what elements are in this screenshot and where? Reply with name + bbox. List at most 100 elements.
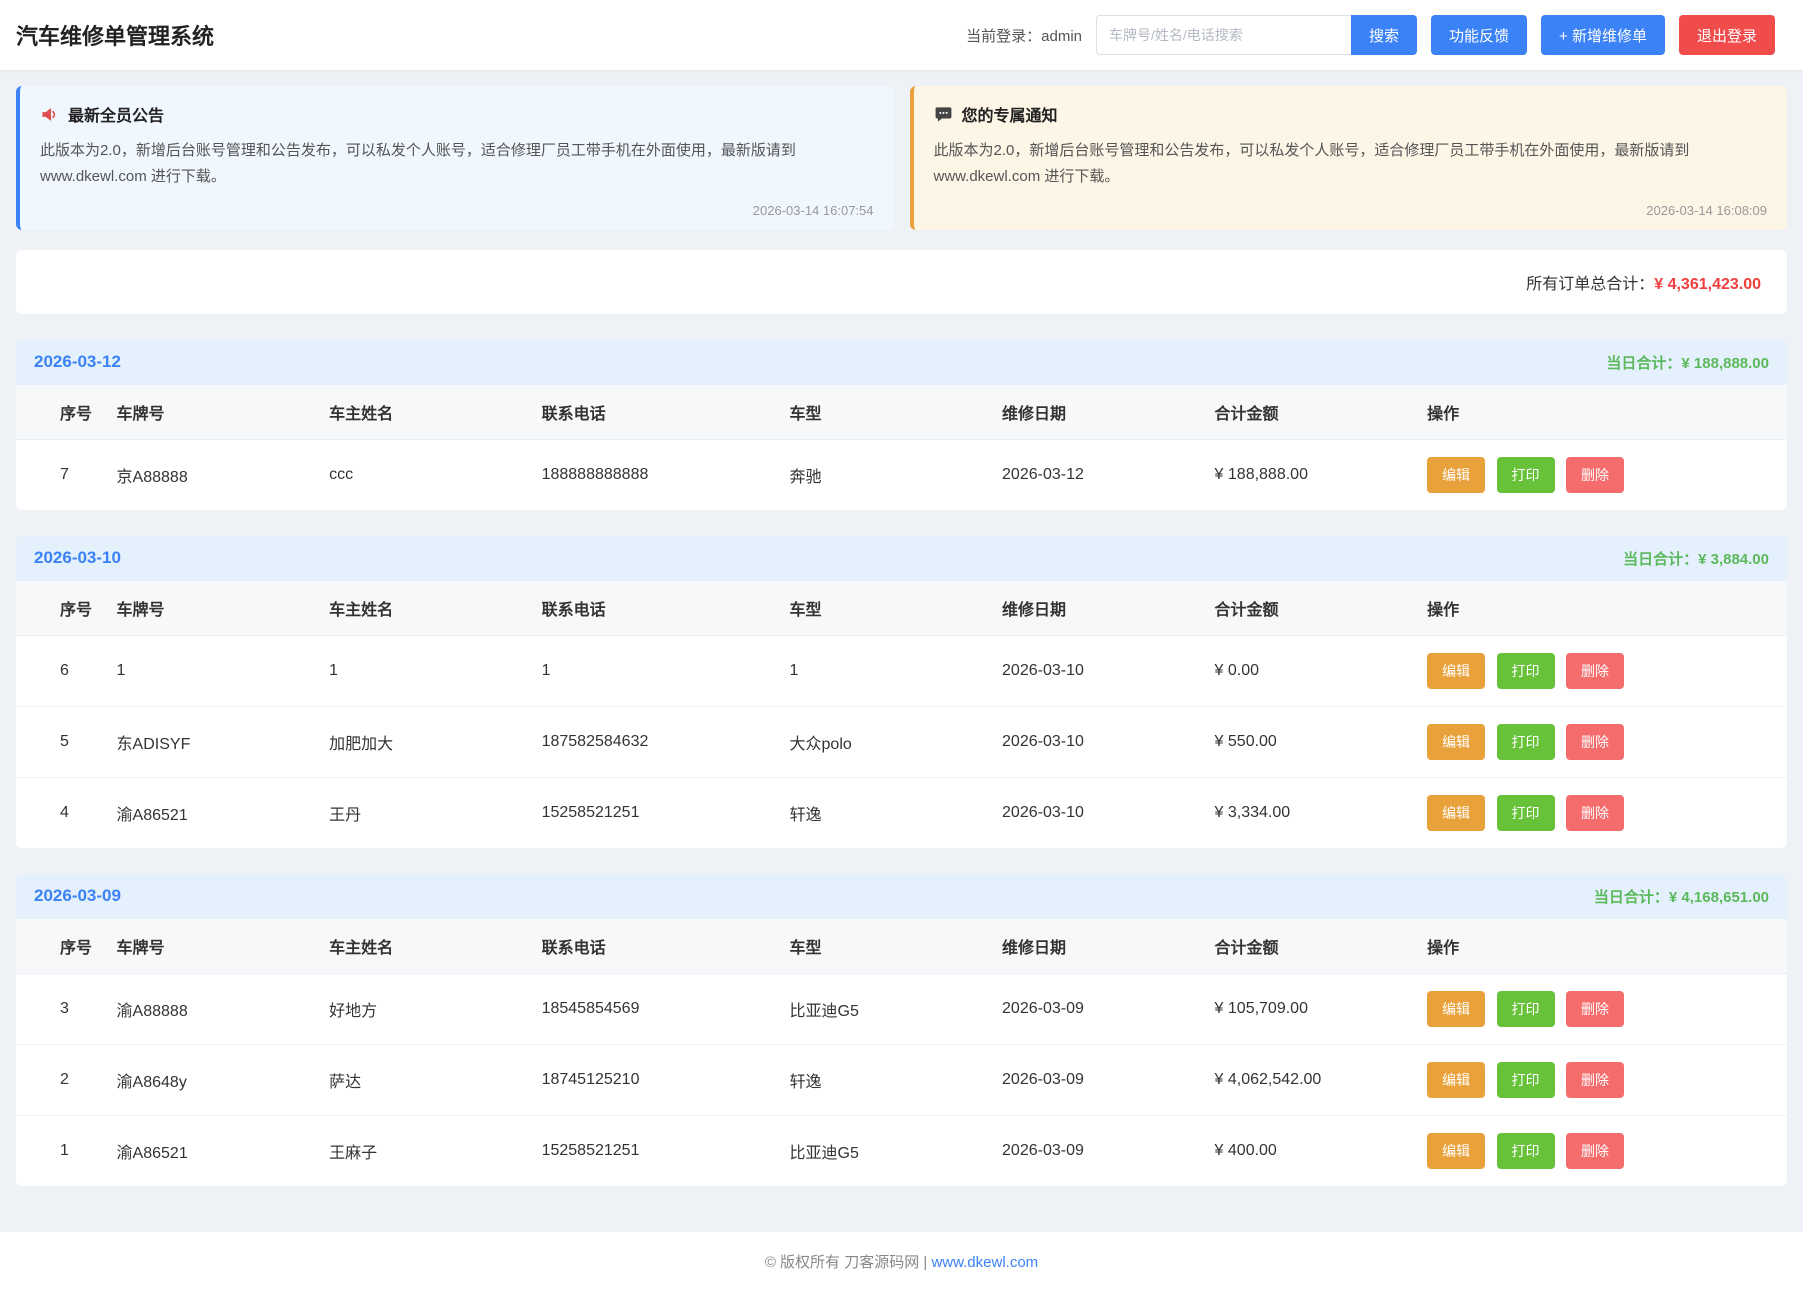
print-button[interactable]: 打印: [1497, 653, 1555, 689]
cell-amount: ¥ 105,709.00: [1203, 973, 1416, 1044]
column-header-date: 维修日期: [990, 385, 1203, 440]
print-button[interactable]: 打印: [1497, 991, 1555, 1027]
day-total-label: 当日合计：: [1623, 551, 1698, 568]
edit-button[interactable]: 编辑: [1427, 795, 1485, 831]
announcement-title: 最新全员公告: [68, 102, 164, 126]
cell-plate: 渝A8648y: [105, 1044, 318, 1115]
cell-plate: 渝A86521: [105, 1115, 318, 1186]
personal-notice-timestamp: 2026-03-14 16:08:09: [934, 203, 1768, 218]
group-header: 2026-03-12 当日合计：¥ 188,888.00: [16, 340, 1787, 385]
cell-seq: 2: [16, 1044, 105, 1115]
day-total-label: 当日合计：: [1594, 889, 1669, 906]
cell-model: 奔驰: [778, 439, 991, 510]
cell-owner: 加肥加大: [317, 706, 530, 777]
order-group: 2026-03-10 当日合计：¥ 3,884.00 序号 车牌号 车主姓名 联…: [16, 536, 1787, 848]
edit-button[interactable]: 编辑: [1427, 991, 1485, 1027]
cell-amount: ¥ 3,334.00: [1203, 777, 1416, 848]
delete-button[interactable]: 删除: [1566, 1062, 1624, 1098]
cell-model: 比亚迪G5: [778, 973, 991, 1044]
announcement-timestamp: 2026-03-14 16:07:54: [40, 203, 874, 218]
cell-owner: 王丹: [317, 777, 530, 848]
orders-table: 序号 车牌号 车主姓名 联系电话 车型 维修日期 合计金额 操作 7 京A888…: [16, 385, 1787, 510]
app-title: 汽车维修单管理系统: [16, 19, 214, 51]
print-button[interactable]: 打印: [1497, 724, 1555, 760]
cell-actions: 编辑 打印 删除: [1415, 1115, 1787, 1186]
cell-phone: 187582584632: [530, 706, 778, 777]
day-total-amount: ¥ 3,884.00: [1698, 551, 1769, 568]
feedback-button[interactable]: 功能反馈: [1431, 15, 1527, 55]
print-button[interactable]: 打印: [1497, 1133, 1555, 1169]
edit-button[interactable]: 编辑: [1427, 653, 1485, 689]
column-header-date: 维修日期: [990, 919, 1203, 974]
cell-phone: 15258521251: [530, 777, 778, 848]
delete-button[interactable]: 删除: [1566, 457, 1624, 493]
column-header-date: 维修日期: [990, 581, 1203, 636]
column-header-actions: 操作: [1415, 919, 1787, 974]
column-header-amount: 合计金额: [1203, 385, 1416, 440]
add-order-button[interactable]: + 新增维修单: [1541, 15, 1665, 55]
current-username: admin: [1041, 28, 1082, 45]
cell-actions: 编辑 打印 删除: [1415, 1044, 1787, 1115]
cell-owner: 王麻子: [317, 1115, 530, 1186]
footer-link[interactable]: www.dkewl.com: [931, 1254, 1038, 1271]
column-header-owner: 车主姓名: [317, 385, 530, 440]
cell-seq: 5: [16, 706, 105, 777]
cell-plate: 京A88888: [105, 439, 318, 510]
cell-phone: 15258521251: [530, 1115, 778, 1186]
search-input[interactable]: [1096, 15, 1351, 55]
cell-seq: 7: [16, 439, 105, 510]
order-row: 2 渝A8648y 萨达 18745125210 轩逸 2026-03-09 ¥…: [16, 1044, 1787, 1115]
group-rows: 3 渝A88888 好地方 18545854569 比亚迪G5 2026-03-…: [16, 973, 1787, 1186]
column-header-phone: 联系电话: [530, 385, 778, 440]
personal-notice-title-row: 您的专属通知: [934, 102, 1768, 126]
column-header-amount: 合计金额: [1203, 581, 1416, 636]
edit-button[interactable]: 编辑: [1427, 1062, 1485, 1098]
cell-date: 2026-03-09: [990, 1044, 1203, 1115]
cell-date: 2026-03-09: [990, 973, 1203, 1044]
order-row: 6 1 1 1 1 2026-03-10 ¥ 0.00 编辑 打印 删除: [16, 635, 1787, 706]
orders-table: 序号 车牌号 车主姓名 联系电话 车型 维修日期 合计金额 操作 3 渝A888…: [16, 919, 1787, 1186]
day-total-amount: ¥ 188,888.00: [1681, 355, 1769, 372]
day-total: 当日合计：¥ 3,884.00: [1623, 548, 1769, 569]
delete-button[interactable]: 删除: [1566, 653, 1624, 689]
column-header-actions: 操作: [1415, 385, 1787, 440]
column-header-seq: 序号: [16, 581, 105, 636]
cell-date: 2026-03-10: [990, 635, 1203, 706]
column-header-seq: 序号: [16, 385, 105, 440]
orders-table: 序号 车牌号 车主姓名 联系电话 车型 维修日期 合计金额 操作 6 1 1 1…: [16, 581, 1787, 848]
order-group: 2026-03-12 当日合计：¥ 188,888.00 序号 车牌号 车主姓名…: [16, 340, 1787, 510]
edit-button[interactable]: 编辑: [1427, 724, 1485, 760]
cell-seq: 1: [16, 1115, 105, 1186]
edit-button[interactable]: 编辑: [1427, 457, 1485, 493]
delete-button[interactable]: 删除: [1566, 795, 1624, 831]
cell-model: 1: [778, 635, 991, 706]
day-total: 当日合计：¥ 4,168,651.00: [1594, 886, 1769, 907]
search-button[interactable]: 搜索: [1351, 15, 1417, 55]
cell-plate: 1: [105, 635, 318, 706]
group-header: 2026-03-10 当日合计：¥ 3,884.00: [16, 536, 1787, 581]
print-button[interactable]: 打印: [1497, 1062, 1555, 1098]
order-groups: 2026-03-12 当日合计：¥ 188,888.00 序号 车牌号 车主姓名…: [16, 340, 1787, 1186]
current-login-label: 当前登录：: [966, 28, 1041, 45]
delete-button[interactable]: 删除: [1566, 991, 1624, 1027]
announcement-card: 最新全员公告 此版本为2.0，新增后台账号管理和公告发布，可以私发个人账号，适合…: [16, 86, 894, 230]
cell-owner: ccc: [317, 439, 530, 510]
personal-notice-title: 您的专属通知: [962, 102, 1058, 126]
logout-button[interactable]: 退出登录: [1679, 15, 1775, 55]
delete-button[interactable]: 删除: [1566, 724, 1624, 760]
print-button[interactable]: 打印: [1497, 795, 1555, 831]
main-content: 最新全员公告 此版本为2.0，新增后台账号管理和公告发布，可以私发个人账号，适合…: [0, 70, 1803, 1202]
cell-seq: 6: [16, 635, 105, 706]
group-header: 2026-03-09 当日合计：¥ 4,168,651.00: [16, 874, 1787, 919]
table-header-row: 序号 车牌号 车主姓名 联系电话 车型 维修日期 合计金额 操作: [16, 581, 1787, 636]
delete-button[interactable]: 删除: [1566, 1133, 1624, 1169]
cell-owner: 好地方: [317, 973, 530, 1044]
orders-total-label: 所有订单总合计：: [1526, 276, 1654, 293]
edit-button[interactable]: 编辑: [1427, 1133, 1485, 1169]
order-row: 4 渝A86521 王丹 15258521251 轩逸 2026-03-10 ¥…: [16, 777, 1787, 848]
print-button[interactable]: 打印: [1497, 457, 1555, 493]
announcement-body: 此版本为2.0，新增后台账号管理和公告发布，可以私发个人账号，适合修理厂员工带手…: [40, 138, 874, 191]
footer-separator: |: [923, 1254, 927, 1271]
chat-bubble-icon: [934, 105, 953, 124]
cell-date: 2026-03-09: [990, 1115, 1203, 1186]
